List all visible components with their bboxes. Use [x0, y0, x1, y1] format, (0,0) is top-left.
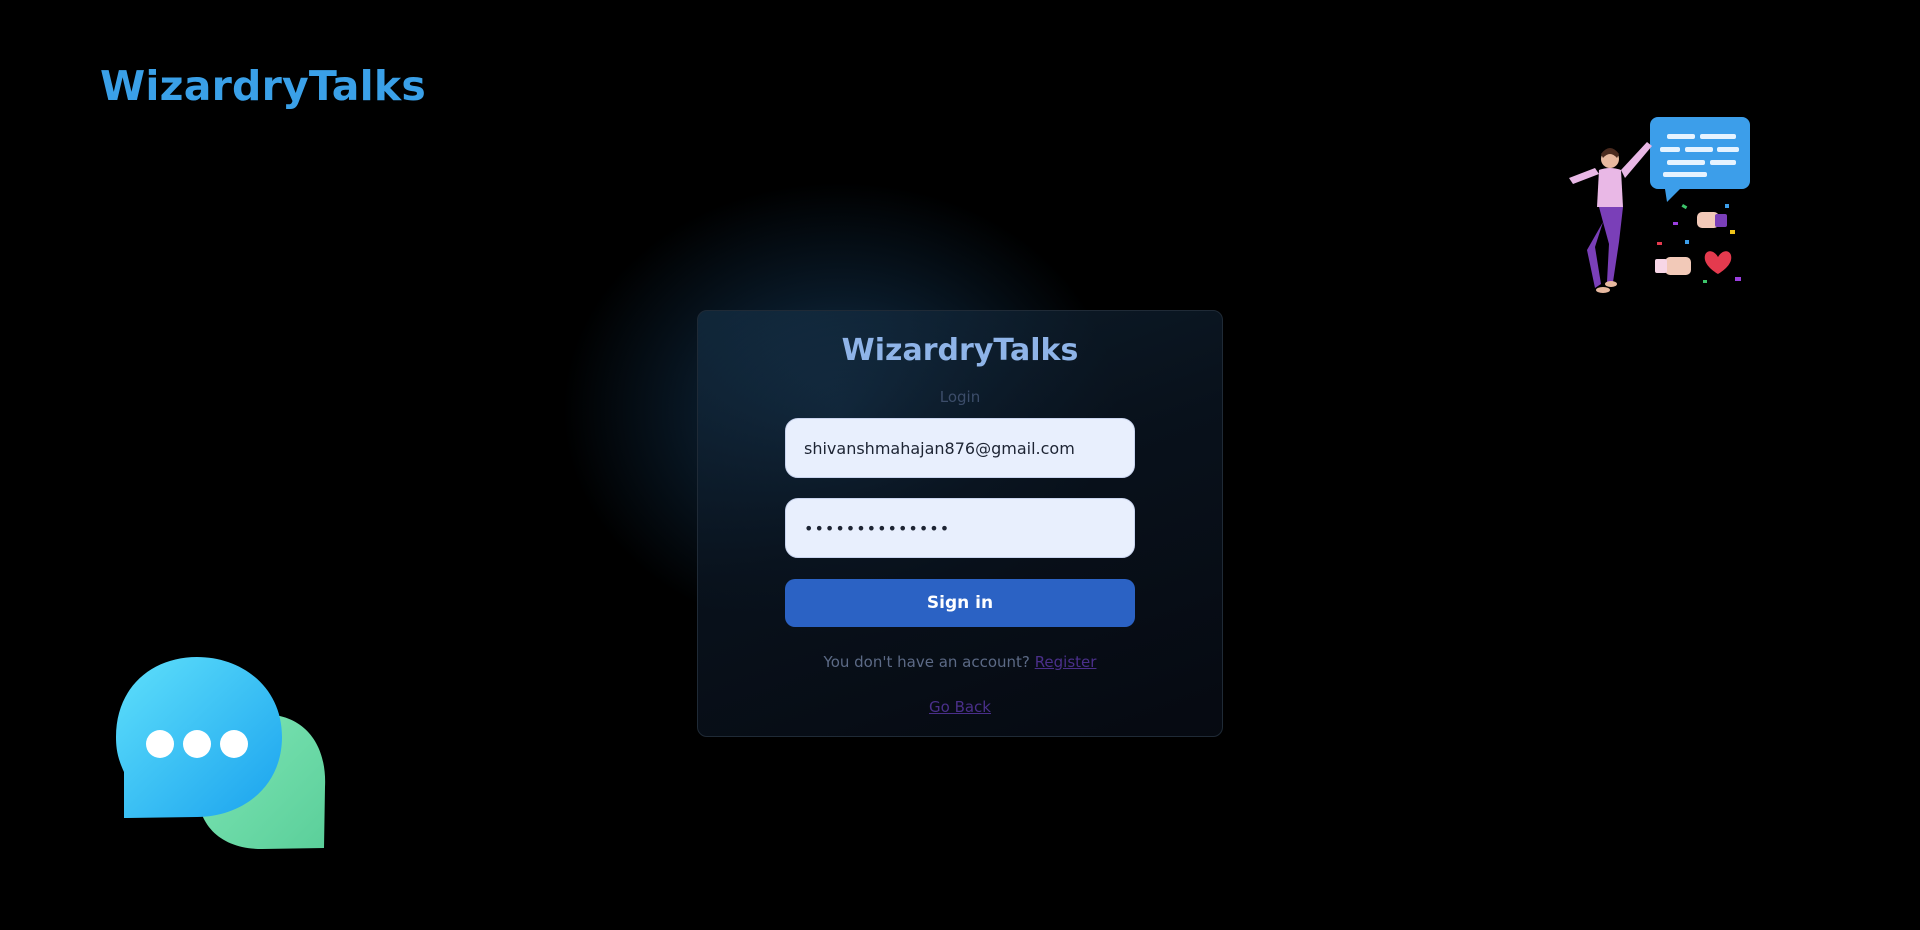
register-prompt: You don't have an account? Register	[698, 653, 1222, 671]
person-chat-illustration	[1569, 117, 1750, 293]
speech-bubble-icon	[1650, 117, 1750, 189]
login-subtitle: Login	[939, 388, 981, 406]
go-back-link[interactable]: Go Back	[929, 698, 991, 716]
brand-logo-text: WizardryTalks	[100, 62, 426, 110]
chat-bubbles-icon	[116, 657, 326, 849]
password-input[interactable]	[785, 498, 1135, 558]
card-title: WizardryTalks	[841, 333, 1079, 368]
account-prompt-text: You don't have an account?	[823, 653, 1030, 671]
login-card: WizardryTalks Login Sign in You don't ha…	[697, 310, 1223, 737]
heart-icon	[1704, 251, 1732, 274]
go-back-container: Go Back	[698, 698, 1222, 716]
sign-in-button[interactable]: Sign in	[785, 579, 1135, 627]
email-input[interactable]	[785, 418, 1135, 478]
thumbs-up-icon	[1665, 257, 1691, 275]
register-link[interactable]: Register	[1035, 653, 1097, 671]
